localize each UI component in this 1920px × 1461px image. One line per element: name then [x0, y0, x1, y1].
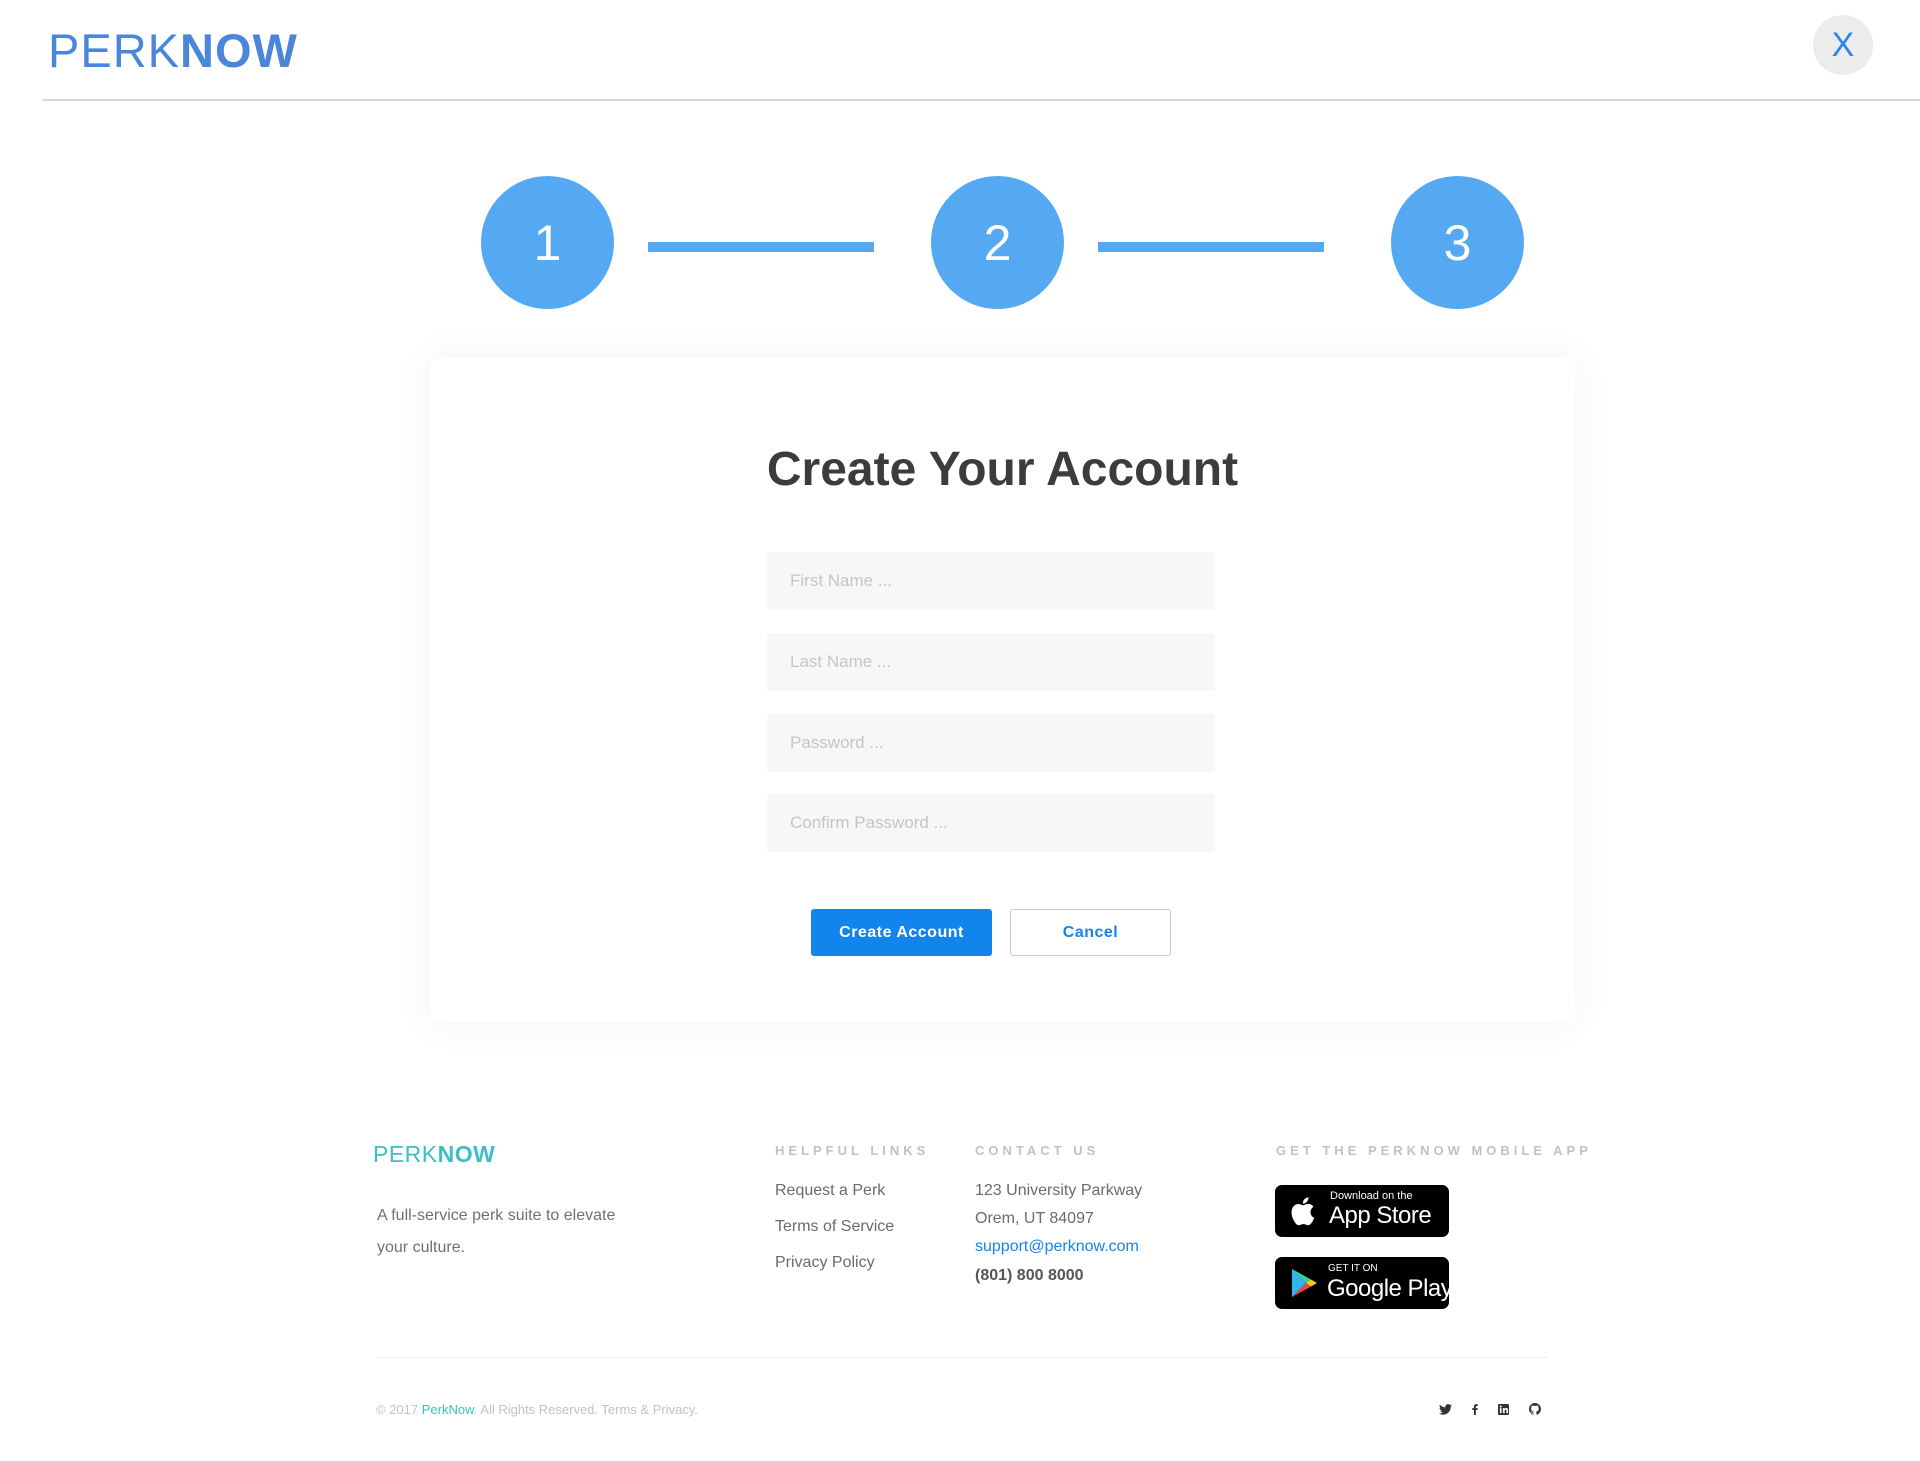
mobile-app-heading: GET THE PERKNOW MOBILE APP [1276, 1143, 1592, 1158]
contact-address-line1: 123 University Parkway [975, 1182, 1143, 1199]
helpful-links-heading: HELPFUL LINKS [775, 1143, 930, 1158]
support-email-link[interactable]: support@perknow.com [975, 1238, 1139, 1256]
terms-of-service-link[interactable]: Terms of Service [775, 1218, 894, 1236]
step-2-indicator: 2 [931, 176, 1064, 309]
create-account-button[interactable]: Create Account [811, 909, 992, 956]
request-perk-link[interactable]: Request a Perk [775, 1182, 885, 1200]
last-name-input[interactable] [767, 633, 1215, 691]
linkedin-icon[interactable] [1495, 1402, 1511, 1416]
app-store-big-text: App Store [1329, 1202, 1432, 1229]
app-store-small-text: Download on the [1330, 1190, 1413, 1202]
github-icon[interactable] [1527, 1402, 1543, 1416]
step-1-indicator: 1 [481, 176, 614, 309]
step-connector [648, 242, 874, 252]
page-title: Create Your Account [766, 443, 1239, 496]
google-play-small-text: GET IT ON [1328, 1263, 1378, 1274]
logo-perk-text: PERK [48, 24, 180, 77]
google-play-big-text: Google Play [1327, 1275, 1453, 1302]
confirm-password-input[interactable] [767, 794, 1215, 852]
create-account-card: Create Your Account Create Account Cance… [430, 358, 1575, 1022]
step-number: 3 [1443, 214, 1472, 271]
copyright-prefix: © 2017 [376, 1402, 422, 1417]
google-play-badge[interactable]: GET IT ON Google Play [1275, 1257, 1453, 1309]
step-number: 2 [983, 214, 1012, 271]
contact-phone: (801) 800 8000 [975, 1267, 1084, 1284]
close-icon: X [1831, 25, 1855, 64]
close-button[interactable]: X [1813, 15, 1873, 75]
step-3-indicator: 3 [1391, 176, 1524, 309]
apple-icon [1291, 1197, 1315, 1226]
password-input[interactable] [767, 714, 1215, 772]
contact-address-line2: Orem, UT 84097 [975, 1210, 1094, 1227]
google-play-icon [1292, 1269, 1317, 1297]
app-store-badge[interactable]: Download on the App Store [1275, 1185, 1449, 1237]
copyright-text: © 2017 PerkNow. All Rights Reserved. Ter… [376, 1402, 698, 1417]
step-connector [1098, 242, 1324, 252]
footer-tagline: A full-service perk suite to elevate you… [377, 1207, 616, 1256]
copyright-suffix: . All Rights Reserved. Terms & Privacy. [473, 1402, 698, 1417]
perknow-brand-link[interactable]: PerkNow [422, 1402, 474, 1417]
footer-logo[interactable]: PERKNOW [373, 1141, 495, 1168]
header-divider [42, 99, 1920, 101]
privacy-policy-link[interactable]: Privacy Policy [775, 1254, 875, 1272]
first-name-input[interactable] [767, 552, 1215, 610]
footer-logo-perk-text: PERK [373, 1141, 438, 1167]
cancel-button[interactable]: Cancel [1010, 909, 1171, 956]
footer-divider [376, 1357, 1548, 1358]
twitter-icon[interactable] [1437, 1402, 1453, 1416]
logo-now-text: NOW [180, 24, 298, 77]
step-number: 1 [533, 214, 562, 271]
header: PERKNOW X [0, 0, 1920, 101]
facebook-icon[interactable] [1467, 1402, 1483, 1416]
perknow-logo[interactable]: PERKNOW [48, 26, 298, 76]
contact-us-heading: CONTACT US [975, 1143, 1100, 1158]
footer-logo-now-text: NOW [437, 1141, 496, 1167]
